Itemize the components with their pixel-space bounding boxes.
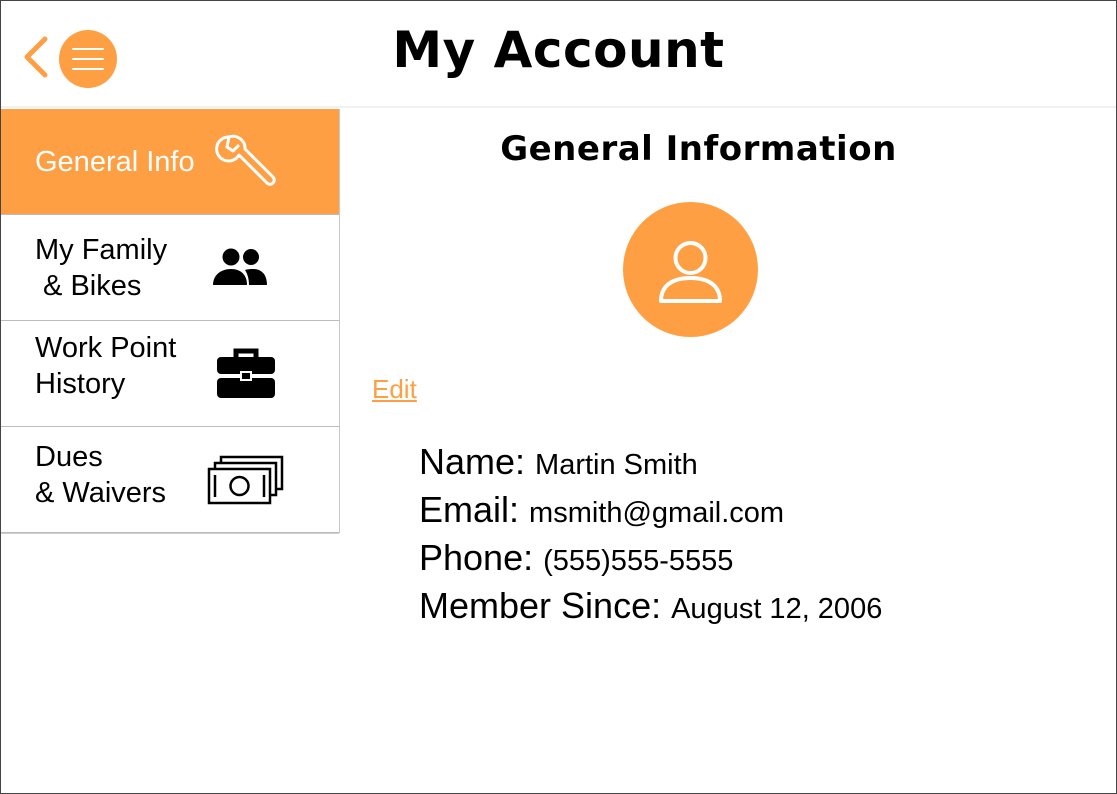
- sidebar-item-dues-waivers[interactable]: Dues & Waivers: [1, 427, 339, 533]
- section-title: General Information: [500, 129, 897, 169]
- field-label: Phone:: [419, 537, 544, 578]
- name-value: Martin Smith: [535, 449, 698, 481]
- sidebar-item-label: Dues & Waivers: [35, 441, 167, 509]
- field-label: Name:: [419, 441, 536, 482]
- member-since-value: August 12, 2006: [671, 593, 883, 625]
- name-row: Name: Martin Smith: [419, 438, 882, 486]
- sidebar-divider: [1, 533, 339, 534]
- briefcase-icon: [217, 348, 275, 398]
- account-details: Name: Martin Smith Email: msmith@gmail.c…: [419, 438, 882, 630]
- sidebar-item-family-bikes[interactable]: My Family & Bikes: [1, 215, 339, 321]
- phone-value: (555)555-5555: [543, 545, 734, 577]
- field-label: Member Since:: [419, 585, 672, 626]
- avatar[interactable]: [623, 202, 758, 337]
- sidebar-item-label: My Family & Bikes: [35, 234, 168, 302]
- email-row: Email: msmith@gmail.com: [419, 486, 882, 534]
- email-value: msmith@gmail.com: [529, 497, 785, 529]
- sidebar: General Info My Family & Bikes Work Poin…: [1, 109, 340, 533]
- edit-link[interactable]: Edit: [372, 374, 417, 405]
- money-icon: [207, 455, 284, 505]
- field-label: Email:: [419, 489, 530, 530]
- wrench-icon: [215, 134, 276, 186]
- header: My Account: [1, 1, 1116, 108]
- sidebar-item-label: General Info: [35, 146, 195, 178]
- app-window: My Account General Info My Family & Bike…: [0, 0, 1117, 794]
- sidebar-item-work-point-history[interactable]: Work Point History: [1, 321, 339, 427]
- member-since-row: Member Since: August 12, 2006: [419, 582, 882, 630]
- page-title: My Account: [392, 21, 725, 79]
- user-icon: [659, 241, 722, 303]
- phone-row: Phone: (555)555-5555: [419, 534, 882, 582]
- sidebar-item-general-info[interactable]: General Info: [1, 109, 339, 215]
- people-icon: [213, 248, 267, 285]
- sidebar-item-label: Work Point History: [35, 332, 177, 400]
